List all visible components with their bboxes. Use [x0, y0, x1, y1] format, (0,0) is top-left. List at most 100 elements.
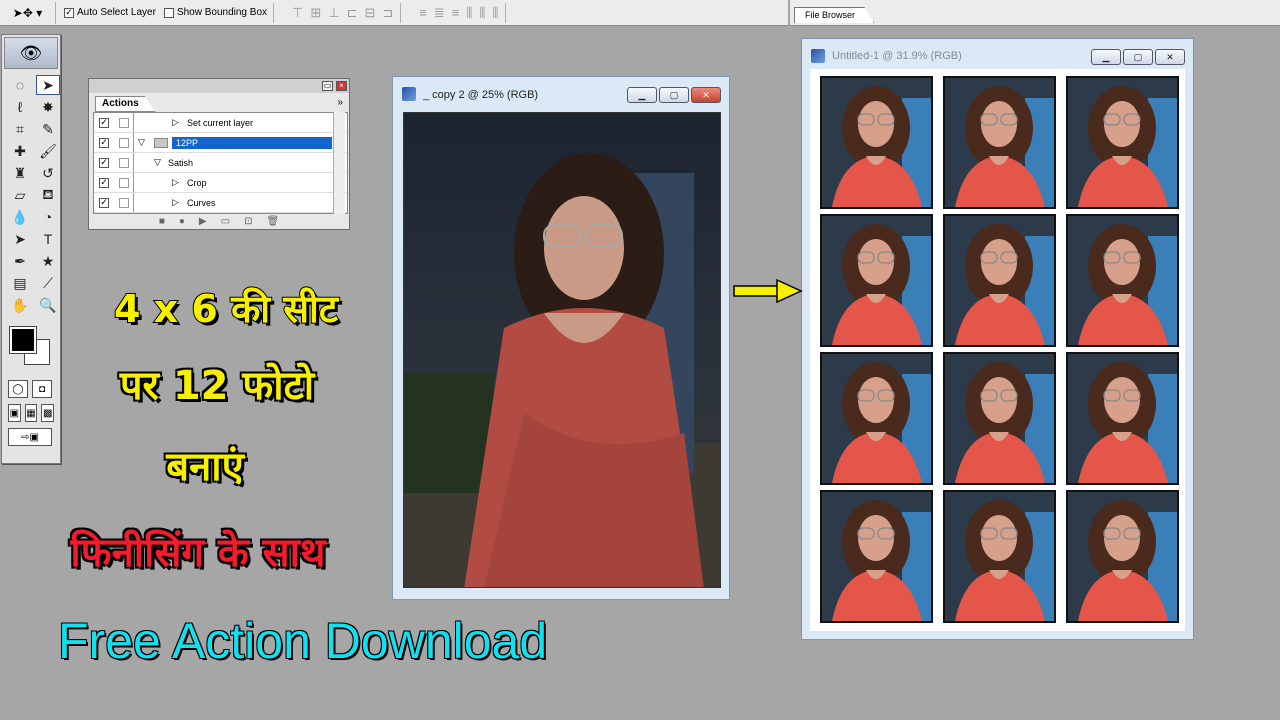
- headline-line-3: बनाएं: [166, 444, 244, 490]
- stop-icon[interactable]: ■: [159, 216, 165, 227]
- actions-tab[interactable]: Actions: [95, 96, 156, 112]
- shape-tool-icon[interactable]: ★: [36, 251, 60, 271]
- lasso-tool-icon[interactable]: ℓ: [8, 97, 32, 117]
- crop-tool-icon[interactable]: ⌗: [8, 119, 32, 139]
- dialog-toggle[interactable]: [118, 177, 129, 188]
- toggle-checkbox[interactable]: ✓: [99, 157, 109, 168]
- notes-tool-icon[interactable]: ▤: [8, 273, 32, 293]
- show-bounding-box-checkbox[interactable]: Show Bounding Box: [163, 7, 267, 18]
- path-selection-icon[interactable]: ➤: [8, 229, 32, 249]
- passport-photo: [820, 490, 933, 623]
- minimize-icon[interactable]: ▭: [322, 81, 333, 91]
- standard-mode-icon[interactable]: ◯: [8, 380, 28, 398]
- distribute-left-icon[interactable]: ⫼: [466, 5, 473, 21]
- color-swatches[interactable]: [8, 325, 54, 371]
- distribute-hcenter-icon[interactable]: ⫼: [479, 5, 486, 21]
- minimize-button[interactable]: ▁: [627, 87, 657, 103]
- screen-mode-full-icon[interactable]: ▩: [41, 404, 55, 422]
- maximize-button[interactable]: ▢: [659, 87, 689, 103]
- action-set-row[interactable]: ✓ ▽ 12PP: [94, 133, 347, 153]
- eyedropper-icon[interactable]: ⟋: [36, 273, 60, 293]
- move-tool-preset-picker[interactable]: ➤✥ ▾: [0, 1, 56, 24]
- passport-photo: [1066, 76, 1179, 209]
- align-hcenter-icon[interactable]: ⊟: [364, 5, 376, 21]
- portrait-photo: [403, 112, 721, 588]
- zoom-tool-icon[interactable]: 🔍: [36, 295, 60, 315]
- distribute-vcenter-icon[interactable]: ≣: [434, 5, 446, 21]
- palette-menu-icon[interactable]: »: [337, 97, 343, 108]
- align-bottom-icon[interactable]: ⊥: [328, 5, 340, 21]
- close-button[interactable]: ✕: [691, 87, 721, 103]
- action-set-label: 12PP: [172, 136, 332, 149]
- magic-wand-icon[interactable]: ✸: [36, 97, 60, 117]
- play-icon[interactable]: ▶: [199, 216, 207, 227]
- move-tool-icon[interactable]: ➤: [36, 75, 60, 95]
- actions-scrollbar[interactable]: [333, 112, 345, 214]
- marquee-tool-icon[interactable]: ◌: [8, 75, 32, 95]
- dodge-tool-icon[interactable]: ◔: [36, 207, 60, 227]
- options-bar: ➤✥ ▾ ✓ Auto Select Layer Show Bounding B…: [0, 0, 788, 26]
- align-top-icon[interactable]: ⊤: [292, 5, 304, 21]
- action-row[interactable]: ✓ ▽ Satish: [94, 153, 347, 173]
- file-browser-tab[interactable]: File Browser: [794, 7, 875, 23]
- eraser-tool-icon[interactable]: ▱: [8, 185, 32, 205]
- history-brush-icon[interactable]: ↺: [36, 163, 60, 183]
- dialog-toggle[interactable]: [118, 117, 129, 128]
- document-window-copy: _ copy 2 @ 25% (RGB) ▁ ▢ ✕: [392, 76, 730, 600]
- slice-tool-icon[interactable]: ✎: [36, 119, 60, 139]
- dialog-toggle[interactable]: [118, 197, 129, 208]
- hand-tool-icon[interactable]: ✋: [8, 295, 32, 315]
- action-row[interactable]: ✓ ▷ Crop: [94, 173, 347, 193]
- distribute-top-icon[interactable]: ≡: [419, 5, 428, 21]
- dialog-toggle[interactable]: [118, 137, 129, 148]
- type-tool-icon[interactable]: T: [36, 229, 60, 249]
- healing-brush-icon[interactable]: ✚: [8, 141, 32, 161]
- new-action-icon[interactable]: ⊡: [244, 216, 252, 227]
- align-vcenter-icon[interactable]: ⊞: [310, 5, 322, 21]
- clone-stamp-icon[interactable]: ♜: [8, 163, 32, 183]
- record-icon[interactable]: ●: [179, 216, 185, 227]
- window-titlebar[interactable]: _ copy 2 @ 25% (RGB) ▁ ▢ ✕: [393, 77, 729, 111]
- adobe-eye-logo[interactable]: 👁: [4, 37, 58, 69]
- passport-photo: [1066, 214, 1179, 347]
- screen-mode-full-menu-icon[interactable]: ▦: [24, 404, 38, 422]
- align-right-icon[interactable]: ⊐: [382, 5, 394, 21]
- actions-palette: ▭ × Actions » ✓ ▷ Set current layer ✓ ▽ …: [88, 78, 350, 230]
- new-set-icon[interactable]: ▭: [221, 216, 230, 227]
- toggle-checkbox[interactable]: ✓: [99, 197, 109, 208]
- quick-mask-icon[interactable]: ◘: [32, 380, 52, 398]
- paint-bucket-icon[interactable]: ⛾: [36, 185, 60, 205]
- dialog-toggle[interactable]: [118, 157, 129, 168]
- blur-tool-icon[interactable]: 💧: [8, 207, 32, 227]
- distribute-right-icon[interactable]: ⫼: [492, 5, 499, 21]
- close-icon[interactable]: ×: [336, 81, 347, 91]
- palette-titlebar[interactable]: ▭ ×: [89, 79, 349, 93]
- window-titlebar[interactable]: Untitled-1 @ 31.9% (RGB) ▁ ▢ ✕: [802, 39, 1193, 69]
- passport-photo: [943, 214, 1056, 347]
- passport-photo: [943, 352, 1056, 485]
- auto-select-layer-checkbox[interactable]: ✓ Auto Select Layer: [64, 7, 156, 18]
- maximize-button[interactable]: ▢: [1123, 49, 1153, 65]
- screen-mode-standard-icon[interactable]: ▣: [8, 404, 21, 422]
- action-row[interactable]: ✓ ▷ Set current layer: [94, 113, 347, 133]
- close-button[interactable]: ✕: [1155, 49, 1185, 65]
- folder-icon: [154, 137, 168, 148]
- action-label: Crop: [187, 177, 207, 188]
- trash-icon[interactable]: 🗑: [266, 216, 279, 227]
- imageready-icon[interactable]: ⇨▣: [8, 428, 52, 446]
- passport-photo: [820, 352, 933, 485]
- brush-tool-icon[interactable]: 🖌: [36, 141, 60, 161]
- toggle-checkbox[interactable]: ✓: [99, 177, 109, 188]
- foreground-color-swatch[interactable]: [9, 326, 37, 354]
- headline-line-1: 4 x 6 की सीट: [113, 286, 339, 332]
- checkbox-icon: [163, 7, 174, 18]
- action-row[interactable]: ✓ ▷ Curves: [94, 193, 347, 213]
- pen-tool-icon[interactable]: ✒: [8, 251, 32, 271]
- triangle-right-icon: ▷: [172, 197, 179, 207]
- align-left-icon[interactable]: ⊏: [347, 5, 359, 21]
- toggle-checkbox[interactable]: ✓: [99, 137, 109, 148]
- minimize-button[interactable]: ▁: [1091, 49, 1121, 65]
- passport-photo: [943, 76, 1056, 209]
- distribute-bottom-icon[interactable]: ≡: [452, 5, 461, 21]
- toggle-checkbox[interactable]: ✓: [99, 117, 109, 128]
